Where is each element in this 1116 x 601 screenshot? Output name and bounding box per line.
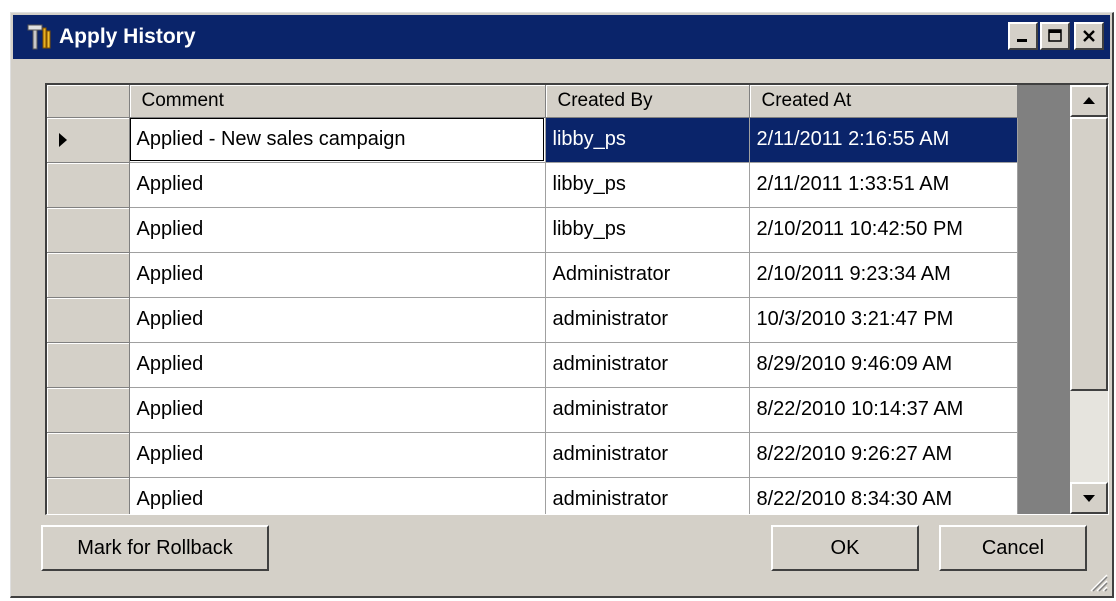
created-at-cell[interactable]: 10/3/2010 3:21:47 PM (749, 297, 1018, 343)
created-by-cell[interactable]: administrator (545, 297, 750, 343)
table-row[interactable]: Applied Administrator 2/10/2011 9:23:34 AM (47, 252, 1018, 298)
created-by-cell[interactable]: administrator (545, 477, 750, 514)
created-at-cell[interactable]: 2/10/2011 9:23:34 AM (749, 252, 1018, 298)
table-row[interactable]: Applied administrator 8/22/2010 10:14:37 A… (47, 387, 1018, 433)
row-header[interactable] (47, 477, 130, 514)
table-row[interactable]: Applied administrator 8/22/2010 9:26:27 AM (47, 432, 1018, 478)
row-header[interactable] (47, 252, 130, 298)
scroll-thumb[interactable] (1070, 117, 1108, 391)
minimize-button[interactable] (1008, 22, 1038, 50)
comment-cell[interactable]: Applied (129, 432, 546, 478)
scroll-track[interactable] (1070, 117, 1108, 482)
created-by-cell[interactable]: Administrator (545, 252, 750, 298)
created-at-cell[interactable]: 8/22/2010 9:26:27 AM (749, 432, 1018, 478)
created-by-cell[interactable]: libby_ps (545, 117, 750, 163)
comment-cell[interactable]: Applied (129, 252, 546, 298)
row-header[interactable] (47, 162, 130, 208)
created-by-cell[interactable]: administrator (545, 387, 750, 433)
window-title: Apply History (59, 25, 196, 48)
title-bar[interactable]: Apply History (13, 15, 1110, 59)
mark-for-rollback-button[interactable]: Mark for Rollback (41, 525, 269, 571)
created-by-cell[interactable]: administrator (545, 342, 750, 388)
arrow-up-icon (1083, 97, 1095, 104)
row-header-corner (47, 85, 130, 118)
created-by-cell[interactable]: administrator (545, 432, 750, 478)
column-header-created-at[interactable]: Created At (749, 85, 1018, 118)
created-at-cell[interactable]: 8/29/2010 9:46:09 AM (749, 342, 1018, 388)
comment-cell[interactable]: Applied (129, 342, 546, 388)
column-header-created-by[interactable]: Created By (545, 85, 750, 118)
cancel-button[interactable]: Cancel (939, 525, 1087, 571)
created-at-cell[interactable]: 2/10/2011 10:42:50 PM (749, 207, 1018, 253)
close-icon (1083, 30, 1095, 42)
close-button[interactable] (1074, 22, 1104, 50)
tools-icon (23, 21, 55, 53)
ok-button[interactable]: OK (771, 525, 919, 571)
row-header[interactable] (47, 117, 130, 163)
row-header[interactable] (47, 342, 130, 388)
comment-cell[interactable]: Applied (129, 477, 546, 514)
row-header[interactable] (47, 432, 130, 478)
maximize-icon (1048, 29, 1062, 42)
arrow-down-icon (1083, 495, 1095, 502)
comment-cell[interactable]: Applied (129, 297, 546, 343)
table-row[interactable]: Applied administrator 10/3/2010 3:21:47 PM (47, 297, 1018, 343)
comment-cell[interactable]: Applied (129, 387, 546, 433)
resize-grip-icon[interactable] (1086, 570, 1108, 592)
row-header[interactable] (47, 297, 130, 343)
comment-cell[interactable]: Applied (129, 162, 546, 208)
row-header[interactable] (47, 207, 130, 253)
table-row[interactable]: Applied administrator 8/22/2010 8:34:30 AM (47, 477, 1018, 514)
history-table: Comment Created By Created At Applied - … (47, 85, 1018, 514)
minimize-icon (1017, 39, 1027, 42)
created-at-cell[interactable]: 8/22/2010 8:34:30 AM (749, 477, 1018, 514)
created-at-cell[interactable]: 2/11/2011 2:16:55 AM (749, 117, 1018, 163)
table-row[interactable]: Applied libby_ps 2/10/2011 10:42:50 PM (47, 207, 1018, 253)
comment-cell[interactable]: Applied (129, 207, 546, 253)
maximize-button[interactable] (1040, 22, 1070, 50)
row-header[interactable] (47, 387, 130, 433)
scroll-up-button[interactable] (1070, 85, 1108, 117)
table-row[interactable]: Applied libby_ps 2/11/2011 1:33:51 AM (47, 162, 1018, 208)
created-by-cell[interactable]: libby_ps (545, 162, 750, 208)
header-row: Comment Created By Created At (47, 85, 1018, 118)
created-at-cell[interactable]: 2/11/2011 1:33:51 AM (749, 162, 1018, 208)
created-by-cell[interactable]: libby_ps (545, 207, 750, 253)
comment-cell[interactable]: Applied - New sales campaign (129, 117, 546, 163)
scroll-down-button[interactable] (1070, 482, 1108, 514)
vertical-scrollbar[interactable] (1070, 85, 1108, 514)
table-row[interactable]: Applied - New sales campaign libby_ps 2/11… (47, 117, 1018, 163)
apply-history-dialog: Apply History Comment Created By Created… (10, 12, 1114, 598)
column-header-comment[interactable]: Comment (129, 85, 546, 118)
history-grid[interactable]: Comment Created By Created At Applied - … (45, 83, 1109, 515)
created-at-cell[interactable]: 8/22/2010 10:14:37 AM (749, 387, 1018, 433)
row-pointer-icon (59, 132, 67, 147)
table-row[interactable]: Applied administrator 8/29/2010 9:46:09 AM (47, 342, 1018, 388)
